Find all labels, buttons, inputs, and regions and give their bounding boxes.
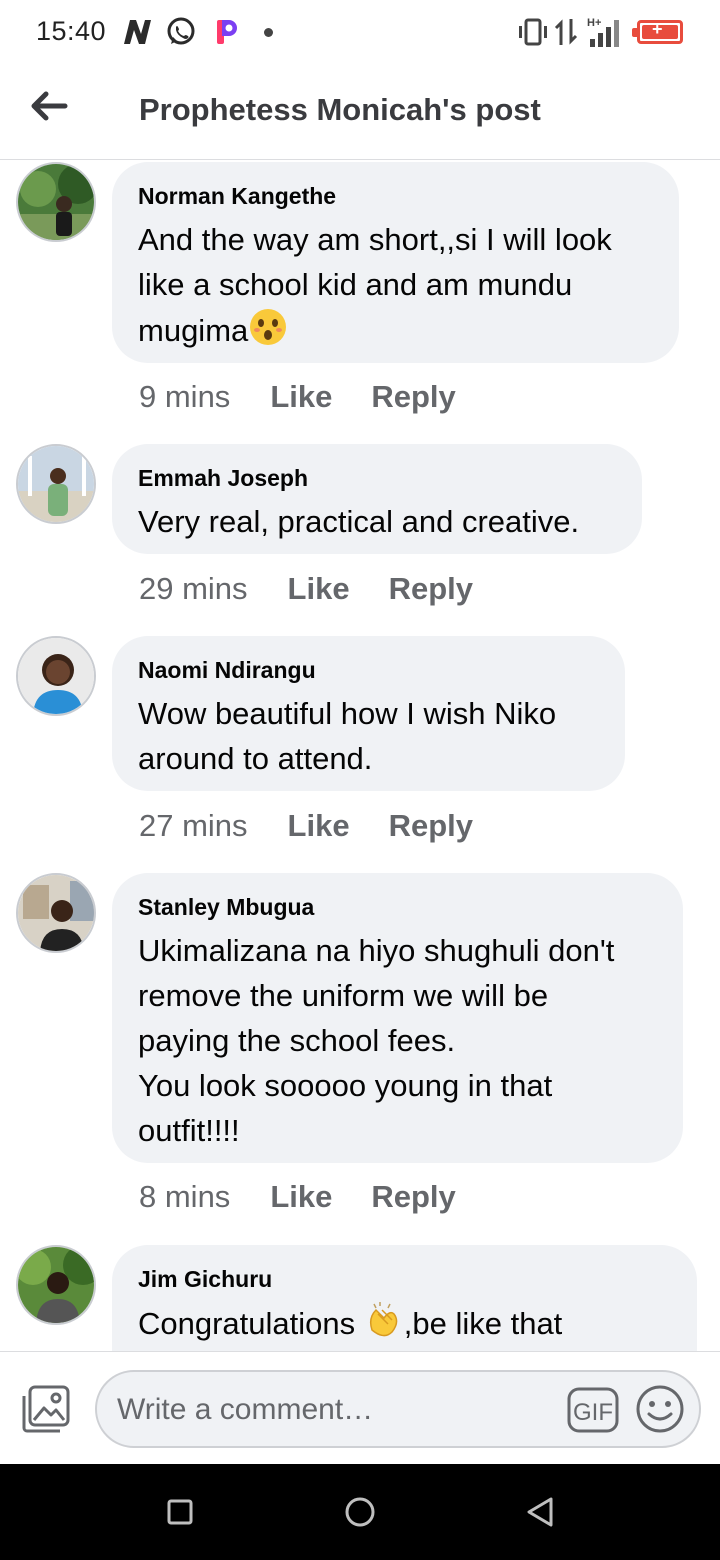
comment-input-placeholder: Write a comment… xyxy=(117,1393,374,1426)
reply-button[interactable]: Reply xyxy=(389,808,473,844)
avatar[interactable] xyxy=(16,873,96,953)
comment-text: Congratulations ,be like that xyxy=(138,1300,671,1351)
comments-list[interactable]: Norman Kangethe And the way am short,,si… xyxy=(0,161,720,1351)
reply-button[interactable]: Reply xyxy=(389,571,473,607)
avatar[interactable] xyxy=(16,162,96,242)
system-nav-bar xyxy=(0,1464,720,1560)
comment-input[interactable]: Write a comment… GIF xyxy=(95,1370,701,1448)
comment-text-content: ,be like that xyxy=(403,1306,563,1341)
comment-author[interactable]: Norman Kangethe xyxy=(138,182,653,210)
data-transfer-icon xyxy=(552,14,580,50)
like-button[interactable]: Like xyxy=(270,379,332,415)
recents-button[interactable] xyxy=(160,1492,200,1532)
header: Prophetess Monicah's post xyxy=(0,66,720,160)
comment-author[interactable]: Naomi Ndirangu xyxy=(138,656,599,684)
gif-label: GIF xyxy=(573,1399,613,1426)
avatar[interactable] xyxy=(16,636,96,716)
comment-bubble: Stanley Mbugua Ukimalizana na hiyo shugh… xyxy=(112,873,683,1163)
like-button[interactable]: Like xyxy=(270,1179,332,1215)
comment-text-content: Congratulations xyxy=(138,1306,364,1341)
comment-bubble: Emmah Joseph Very real, practical and cr… xyxy=(112,444,642,554)
comment-bubble: Norman Kangethe And the way am short,,si… xyxy=(112,162,679,363)
comment-bubble: Jim Gichuru Congratulations ,be like tha… xyxy=(112,1245,697,1351)
recents-square-icon xyxy=(167,1499,193,1525)
comment-text: Wow beautiful how I wish Niko around to … xyxy=(138,696,557,776)
comment-time: 9 mins xyxy=(139,379,231,414)
status-time: 15:40 xyxy=(36,16,107,46)
gif-icon: GIF xyxy=(567,1387,619,1433)
gif-button[interactable]: GIF xyxy=(567,1387,619,1433)
comment-time: 8 mins xyxy=(139,1179,231,1214)
comment-text: And the way am short,,si I will look lik… xyxy=(138,217,653,359)
comment-author[interactable]: Stanley Mbugua xyxy=(138,893,657,921)
photo-button[interactable] xyxy=(20,1384,72,1434)
comment-actions: 27 mins Like Reply xyxy=(139,808,473,844)
back-button[interactable] xyxy=(24,86,72,130)
vibrate-icon xyxy=(516,14,550,50)
comment-actions: 29 mins Like Reply xyxy=(139,571,473,607)
page-title: Prophetess Monicah's post xyxy=(139,92,541,127)
emoji-button[interactable] xyxy=(635,1384,685,1434)
comment-bubble: Naomi Ndirangu Wow beautiful how I wish … xyxy=(112,636,625,791)
photo-icon xyxy=(20,1385,72,1438)
clapping-hands-icon xyxy=(364,1300,404,1351)
comment-author[interactable]: Emmah Joseph xyxy=(138,464,616,492)
p-app-icon xyxy=(212,14,242,50)
comment-actions: 8 mins Like Reply xyxy=(139,1179,456,1215)
avatar[interactable] xyxy=(16,444,96,524)
like-button[interactable]: Like xyxy=(288,808,350,844)
status-bar: 15:40 H+ + xyxy=(0,0,720,66)
avatar[interactable] xyxy=(16,1245,96,1325)
home-circle-icon xyxy=(345,1497,375,1527)
svg-text:H+: H+ xyxy=(587,17,601,29)
emoji-icon xyxy=(636,1385,684,1433)
signal-hplus-icon: H+ xyxy=(586,14,626,50)
like-button[interactable]: Like xyxy=(288,571,350,607)
reply-button[interactable]: Reply xyxy=(371,1179,455,1215)
comment-text: Very real, practical and creative. xyxy=(138,504,580,539)
astonished-face-icon xyxy=(248,307,288,359)
comment-time: 29 mins xyxy=(139,571,248,606)
home-button[interactable] xyxy=(340,1492,380,1532)
comment-text-content: And the way am short,,si I will look lik… xyxy=(138,222,612,348)
reply-button[interactable]: Reply xyxy=(371,379,455,415)
back-triangle-icon xyxy=(527,1497,553,1527)
arrow-left-icon xyxy=(28,90,68,127)
comment-actions: 9 mins Like Reply xyxy=(139,379,456,415)
battery-charging-icon: + xyxy=(632,19,683,44)
comment-composer: Write a comment… GIF xyxy=(0,1351,720,1464)
whatsapp-icon xyxy=(164,14,198,50)
notification-dot xyxy=(264,28,273,37)
comment-time: 27 mins xyxy=(139,808,248,843)
comment-text: Ukimalizana na hiyo shughuli don't remov… xyxy=(138,933,615,1148)
n-app-icon xyxy=(120,14,154,50)
comment-author[interactable]: Jim Gichuru xyxy=(138,1265,671,1293)
back-nav-button[interactable] xyxy=(520,1492,560,1532)
